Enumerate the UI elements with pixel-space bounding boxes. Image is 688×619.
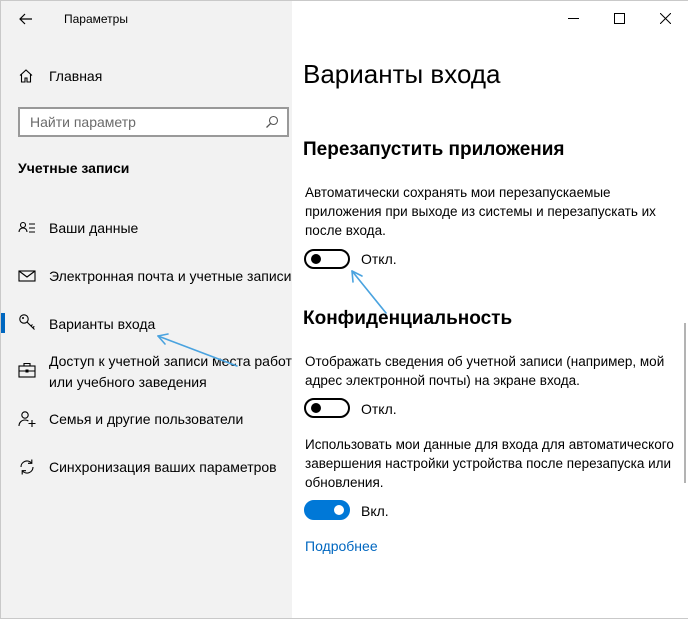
search-icon[interactable]: [265, 115, 279, 129]
home-icon: [19, 69, 33, 83]
sidebar-item-label: Варианты входа: [49, 316, 156, 332]
sidebar-item-label: Синхронизация ваших параметров: [49, 459, 277, 475]
back-arrow-icon: [19, 13, 32, 25]
account-details-toggle[interactable]: [304, 398, 350, 418]
app-title: Параметры: [64, 12, 128, 26]
person-card-icon: [18, 221, 35, 233]
maximize-icon: [613, 12, 625, 24]
close-icon: [659, 12, 671, 24]
restart-apps-toggle-label: Откл.: [361, 251, 397, 267]
use-signin-info-toggle[interactable]: [304, 500, 350, 520]
sidebar-item-sign-in-options[interactable]: Варианты входа: [1, 303, 292, 343]
account-details-description: Отображать сведения об учетной записи (н…: [305, 354, 665, 388]
briefcase-icon: [18, 362, 36, 378]
sidebar-item-family-users[interactable]: Семья и другие пользователи: [1, 401, 292, 441]
maximize-button[interactable]: [596, 5, 642, 31]
sidebar-item-your-info[interactable]: Ваши данные: [1, 211, 292, 251]
account-details-toggle-label: Откл.: [361, 401, 397, 417]
use-signin-info-toggle-label: Вкл.: [361, 503, 389, 519]
section-heading-accounts: Учетные записи: [18, 160, 130, 176]
scrollbar[interactable]: [684, 323, 686, 483]
sidebar-item-label-line1: Доступ к учетной записи места работ: [49, 353, 292, 369]
home-label: Главная: [49, 68, 103, 84]
main-pane: Варианты входа Перезапустить приложения …: [292, 1, 688, 618]
selection-indicator: [1, 313, 5, 333]
toggle-knob: [334, 505, 344, 515]
sidebar-item-sync-settings[interactable]: Синхронизация ваших параметров: [1, 449, 292, 489]
sidebar-item-label: Семья и другие пользователи: [49, 411, 244, 427]
sidebar-item-label-line2: или учебного заведения: [49, 374, 207, 390]
minimize-button[interactable]: [550, 5, 596, 31]
minimize-icon: [567, 17, 579, 19]
restart-apps-description: Автоматически сохранять мои перезапускае…: [305, 185, 656, 238]
search-placeholder: Найти параметр: [30, 114, 136, 130]
sidebar: Параметры Главная Найти параметр Учетные…: [1, 1, 292, 618]
restart-apps-heading: Перезапустить приложения: [303, 139, 565, 160]
sync-icon: [20, 459, 34, 475]
mail-icon: [18, 270, 36, 282]
privacy-heading: Конфиденциальность: [303, 308, 513, 329]
learn-more-link[interactable]: Подробнее: [305, 538, 378, 554]
use-signin-info-description: Использовать мои данные для входа для ав…: [305, 437, 674, 490]
close-button[interactable]: [642, 5, 688, 31]
settings-window: Параметры Главная Найти параметр Учетные…: [0, 0, 688, 619]
sidebar-item-email-accounts[interactable]: Электронная почта и учетные записи: [1, 259, 292, 299]
restart-apps-toggle[interactable]: [304, 249, 350, 269]
key-icon: [19, 314, 35, 330]
sidebar-item-label: Ваши данные: [49, 220, 139, 236]
toggle-knob: [311, 403, 321, 413]
search-input[interactable]: Найти параметр: [18, 107, 289, 137]
home-nav-item[interactable]: Главная: [1, 61, 292, 91]
page-title: Варианты входа: [303, 59, 501, 89]
sidebar-item-label: Электронная почта и учетные записи: [49, 268, 292, 284]
back-button[interactable]: [15, 8, 37, 30]
person-add-icon: [18, 411, 36, 427]
toggle-knob: [311, 254, 321, 264]
sidebar-item-work-school-access[interactable]: Доступ к учетной записи места работ или …: [1, 349, 292, 395]
